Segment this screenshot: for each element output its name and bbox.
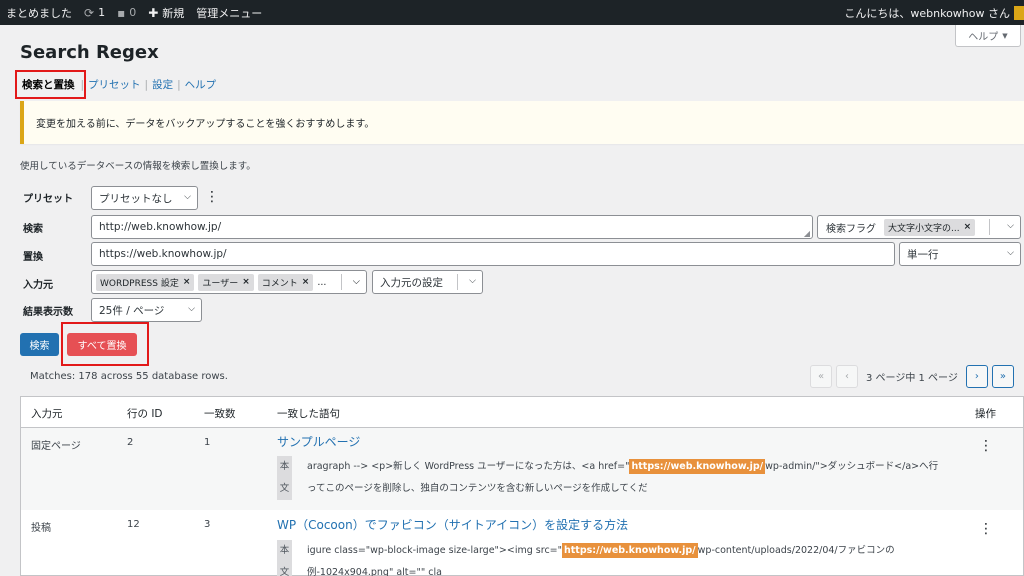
page-info: 3 ページ中 1 ページ bbox=[866, 373, 958, 384]
table-row: 投稿 12 3 WP（Cocoon）でファビコン（サイトアイコン）を設定する方法… bbox=[21, 510, 1023, 576]
replace-input[interactable]: https://web.knowhow.jp/ bbox=[91, 242, 895, 266]
select-divider bbox=[989, 219, 990, 235]
cell-row-id: 12 bbox=[127, 519, 140, 530]
chevron-down-icon: ⌵ bbox=[352, 276, 360, 287]
cell-source: 固定ページ bbox=[31, 441, 81, 452]
context-label: 本 bbox=[277, 540, 292, 562]
context-line: aragraph --> <p>新しく WordPress ユーザーになった方は… bbox=[307, 459, 939, 474]
plus-icon: ✚ bbox=[148, 5, 159, 20]
context-label: 文 bbox=[277, 478, 292, 500]
column-header-matched-phrase: 一致した語句 bbox=[277, 408, 340, 420]
results-per-page-select[interactable]: 25件 / ページ ⌵ bbox=[91, 298, 202, 322]
my-account-link[interactable]: こんにちは、webnkowhow さん bbox=[838, 0, 1024, 25]
next-page-button[interactable]: › bbox=[965, 365, 988, 388]
chevron-down-icon: ⌵ bbox=[1007, 221, 1014, 231]
source-chip-wordpress-settings[interactable]: WORDPRESS 設定 × bbox=[96, 273, 195, 291]
source-settings-select[interactable]: 入力元の設定 ⌵ bbox=[372, 270, 483, 294]
preset-more-icon[interactable]: ⋮ bbox=[205, 190, 219, 204]
preset-label: プリセット bbox=[23, 194, 73, 205]
matches-summary: Matches: 178 across 55 database rows. bbox=[30, 371, 228, 382]
context-label: 本 bbox=[277, 456, 292, 478]
match-highlight[interactable]: https://web.knowhow.jp/ bbox=[562, 543, 698, 558]
highlight-box-replace-all bbox=[61, 322, 149, 366]
admin-bar: まとめました ⟳ 1 ▪ 0 ✚ 新規 管理メニュー こんにちは、webnkow… bbox=[0, 0, 1024, 25]
page-description: 使用しているデータベースの情報を検索し置換します。 bbox=[20, 161, 256, 172]
last-page-button[interactable]: » bbox=[991, 365, 1014, 388]
help-tab-button[interactable]: ヘルプ ▼ bbox=[955, 25, 1021, 47]
subnav-separator: | bbox=[144, 78, 149, 91]
cell-row-id: 2 bbox=[127, 437, 134, 448]
row-actions-icon[interactable]: ⋮ bbox=[979, 522, 993, 536]
match-highlight[interactable]: https://web.knowhow.jp/ bbox=[629, 459, 766, 474]
cell-match-count: 3 bbox=[204, 519, 211, 530]
chevron-down-icon: ⌵ bbox=[188, 304, 195, 314]
search-label: 検索 bbox=[23, 224, 43, 235]
cell-source: 投稿 bbox=[31, 523, 51, 534]
results-per-page-label: 結果表示数 bbox=[23, 307, 73, 318]
remove-chip-icon[interactable]: × bbox=[302, 277, 310, 287]
select-divider bbox=[341, 274, 342, 290]
page-title: Search Regex bbox=[20, 42, 159, 63]
subnav-help-link[interactable]: ヘルプ bbox=[185, 77, 217, 92]
chevron-down-icon: ⌵ bbox=[184, 192, 191, 202]
source-multiselect[interactable]: WORDPRESS 設定 × ユーザー × コメント × ... ⌵ bbox=[91, 270, 367, 294]
preset-select[interactable]: プリセットなし ⌵ bbox=[91, 186, 198, 210]
replace-mode-select[interactable]: 単一行 ⌵ bbox=[899, 242, 1021, 266]
caret-down-icon: ▼ bbox=[1002, 31, 1008, 40]
table-row: 固定ページ 2 1 サンプルページ ⋮ 本 文 aragraph --> <p>… bbox=[21, 428, 1023, 510]
remove-chip-icon[interactable]: × bbox=[242, 277, 250, 287]
chevron-down-icon: ⌵ bbox=[1007, 248, 1014, 258]
cell-match-count: 1 bbox=[204, 437, 211, 448]
source-chip-users[interactable]: ユーザー × bbox=[198, 273, 254, 291]
resize-handle-icon[interactable]: ◢ bbox=[804, 229, 810, 238]
chevron-down-icon: ⌵ bbox=[469, 276, 476, 286]
column-header-source: 入力元 bbox=[31, 408, 63, 420]
row-title-link[interactable]: サンプルページ bbox=[277, 433, 360, 450]
refresh-icon: ⟳ bbox=[84, 5, 95, 20]
select-divider bbox=[457, 274, 458, 290]
subnav-presets-link[interactable]: プリセット bbox=[88, 77, 141, 92]
source-chip-comments[interactable]: コメント × bbox=[257, 273, 314, 291]
manage-menu-link[interactable]: 管理メニュー bbox=[190, 0, 268, 25]
search-flags-select[interactable]: 検索フラグ 大文字小文字の... × ⌵ bbox=[817, 215, 1021, 239]
column-header-row-id: 行の ID bbox=[127, 408, 163, 420]
context-label: 文 bbox=[277, 562, 292, 576]
column-header-match-count: 一致数 bbox=[204, 408, 236, 420]
search-input[interactable]: http://web.knowhow.jp/ ◢ bbox=[91, 215, 813, 239]
updates-link[interactable]: ⟳ 1 bbox=[78, 0, 111, 25]
table-header: 入力元 行の ID 一致数 一致した語句 操作 bbox=[21, 397, 1023, 428]
replace-label: 置換 bbox=[23, 252, 43, 263]
context-line: igure class="wp-block-image size-large">… bbox=[307, 543, 895, 558]
avatar bbox=[1014, 5, 1024, 20]
column-header-actions: 操作 bbox=[975, 408, 996, 420]
remove-chip-icon[interactable]: × bbox=[183, 277, 191, 287]
results-table: 入力元 行の ID 一致数 一致した語句 操作 固定ページ 2 1 サンプルペー… bbox=[20, 396, 1024, 576]
comments-link[interactable]: ▪ 0 bbox=[111, 0, 142, 25]
row-title-link[interactable]: WP（Cocoon）でファビコン（サイトアイコン）を設定する方法 bbox=[277, 516, 628, 533]
remove-chip-icon[interactable]: × bbox=[964, 222, 972, 232]
context-line: ってこのページを削除し、独自のコンテンツを含む新しいページを作成してくだ bbox=[307, 483, 648, 494]
search-flags-label: 検索フラグ bbox=[826, 223, 876, 235]
row-actions-icon[interactable]: ⋮ bbox=[979, 439, 993, 453]
context-line: 例-1024x904.png" alt="" cla bbox=[307, 567, 442, 576]
source-label: 入力元 bbox=[23, 280, 53, 291]
first-page-button[interactable]: « bbox=[810, 365, 832, 388]
backup-notice: 変更を加える前に、データをバックアップすることを強くおすすめします。 bbox=[20, 101, 1024, 144]
site-name-link[interactable]: まとめました bbox=[0, 0, 78, 25]
search-button[interactable]: 検索 bbox=[20, 333, 59, 356]
highlight-box-search-replace bbox=[15, 70, 86, 99]
comment-icon: ▪ bbox=[117, 5, 126, 20]
notice-text: 変更を加える前に、データをバックアップすることを強くおすすめします。 bbox=[36, 119, 375, 130]
source-more-ellipsis: ... bbox=[317, 276, 327, 288]
subnav-separator: | bbox=[177, 78, 181, 91]
prev-page-button[interactable]: ‹ bbox=[836, 365, 858, 388]
new-content-link[interactable]: ✚ 新規 bbox=[142, 0, 190, 25]
pagination: « ‹ 3 ページ中 1 ページ › » bbox=[810, 365, 1014, 388]
search-flag-chip[interactable]: 大文字小文字の... × bbox=[884, 218, 976, 236]
subnav-settings-link[interactable]: 設定 bbox=[152, 77, 173, 92]
